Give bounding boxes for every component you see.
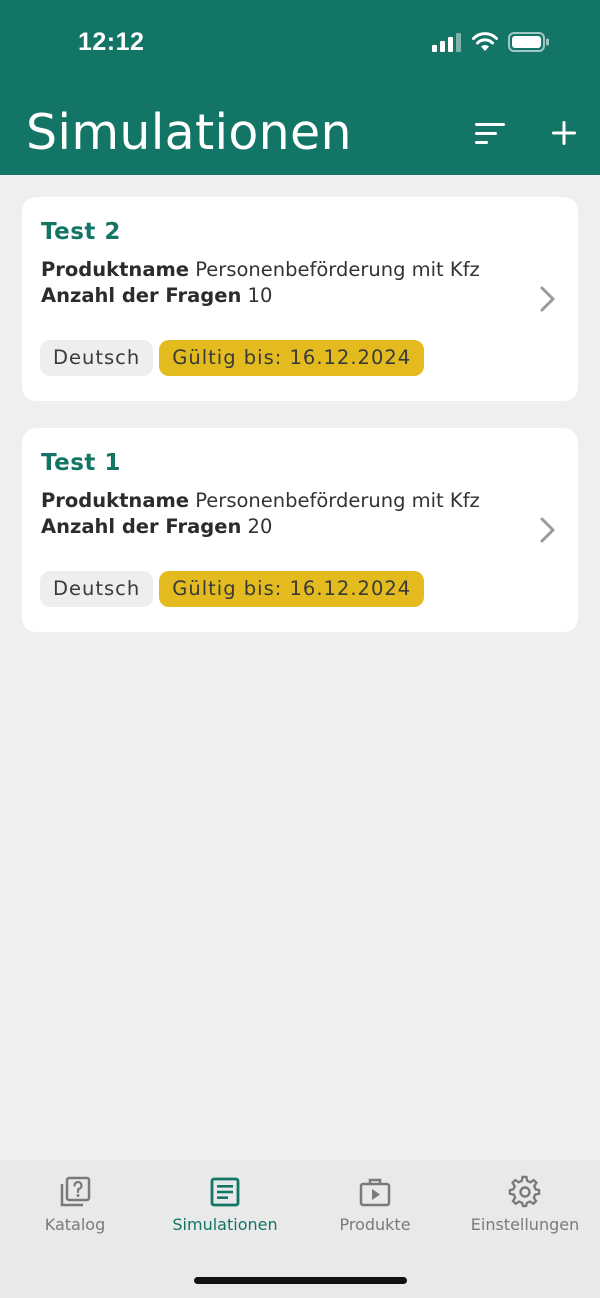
tab-katalog[interactable]: Katalog: [0, 1175, 150, 1234]
home-indicator: [194, 1277, 407, 1284]
chevron-right-icon: [540, 517, 555, 543]
questions-value: 20: [247, 515, 273, 538]
tab-produkte[interactable]: Produkte: [300, 1175, 450, 1234]
chevron-right-icon: [540, 286, 555, 312]
validity-badge: Gültig bis: 16.12.2024: [159, 571, 425, 607]
product-value: Personenbeförderung mit Kfz: [195, 258, 480, 281]
tab-simulationen[interactable]: Simulationen: [150, 1175, 300, 1234]
questions-label: Anzahl der Fragen: [41, 284, 242, 307]
product-label: Produktname: [41, 489, 190, 512]
simulation-card[interactable]: Test 2 Produktname Personenbeförderung m…: [22, 197, 578, 401]
product-value: Personenbeförderung mit Kfz: [195, 489, 480, 512]
tab-label: Katalog: [44, 1215, 106, 1234]
tab-label: Einstellungen: [470, 1215, 580, 1234]
battery-icon: [508, 32, 549, 52]
add-button[interactable]: [546, 115, 582, 151]
tab-label: Produkte: [339, 1215, 411, 1234]
app-header: 12:12 Simulationen: [0, 0, 600, 175]
wifi-icon: [472, 32, 498, 51]
status-time: 12:12: [78, 28, 145, 56]
card-chips: Deutsch Gültig bis: 16.12.2024: [40, 571, 425, 607]
card-details: Produktname Personenbeförderung mit Kfz …: [41, 488, 501, 540]
gear-icon: [508, 1175, 541, 1208]
language-badge: Deutsch: [40, 340, 154, 376]
questions-value: 10: [247, 284, 273, 307]
card-title: Test 1: [41, 450, 121, 476]
signal-icon: [432, 33, 461, 52]
play-briefcase-icon: [359, 1178, 391, 1207]
language-badge: Deutsch: [40, 571, 154, 607]
page-title: Simulationen: [26, 104, 352, 161]
plus-icon: [552, 121, 576, 145]
simulation-card[interactable]: Test 1 Produktname Personenbeförderung m…: [22, 428, 578, 632]
document-list-icon: [210, 1177, 240, 1207]
status-icons: [432, 32, 550, 52]
questions-label: Anzahl der Fragen: [41, 515, 242, 538]
question-catalog-icon: [60, 1176, 91, 1207]
sort-button[interactable]: [472, 115, 508, 151]
validity-badge: Gültig bis: 16.12.2024: [159, 340, 425, 376]
product-label: Produktname: [41, 258, 190, 281]
card-title: Test 2: [41, 219, 121, 245]
sort-icon: [475, 123, 505, 144]
tab-label: Simulationen: [172, 1215, 278, 1234]
tab-einstellungen[interactable]: Einstellungen: [450, 1175, 600, 1234]
card-chips: Deutsch Gültig bis: 16.12.2024: [40, 340, 425, 376]
card-details: Produktname Personenbeförderung mit Kfz …: [41, 257, 501, 309]
